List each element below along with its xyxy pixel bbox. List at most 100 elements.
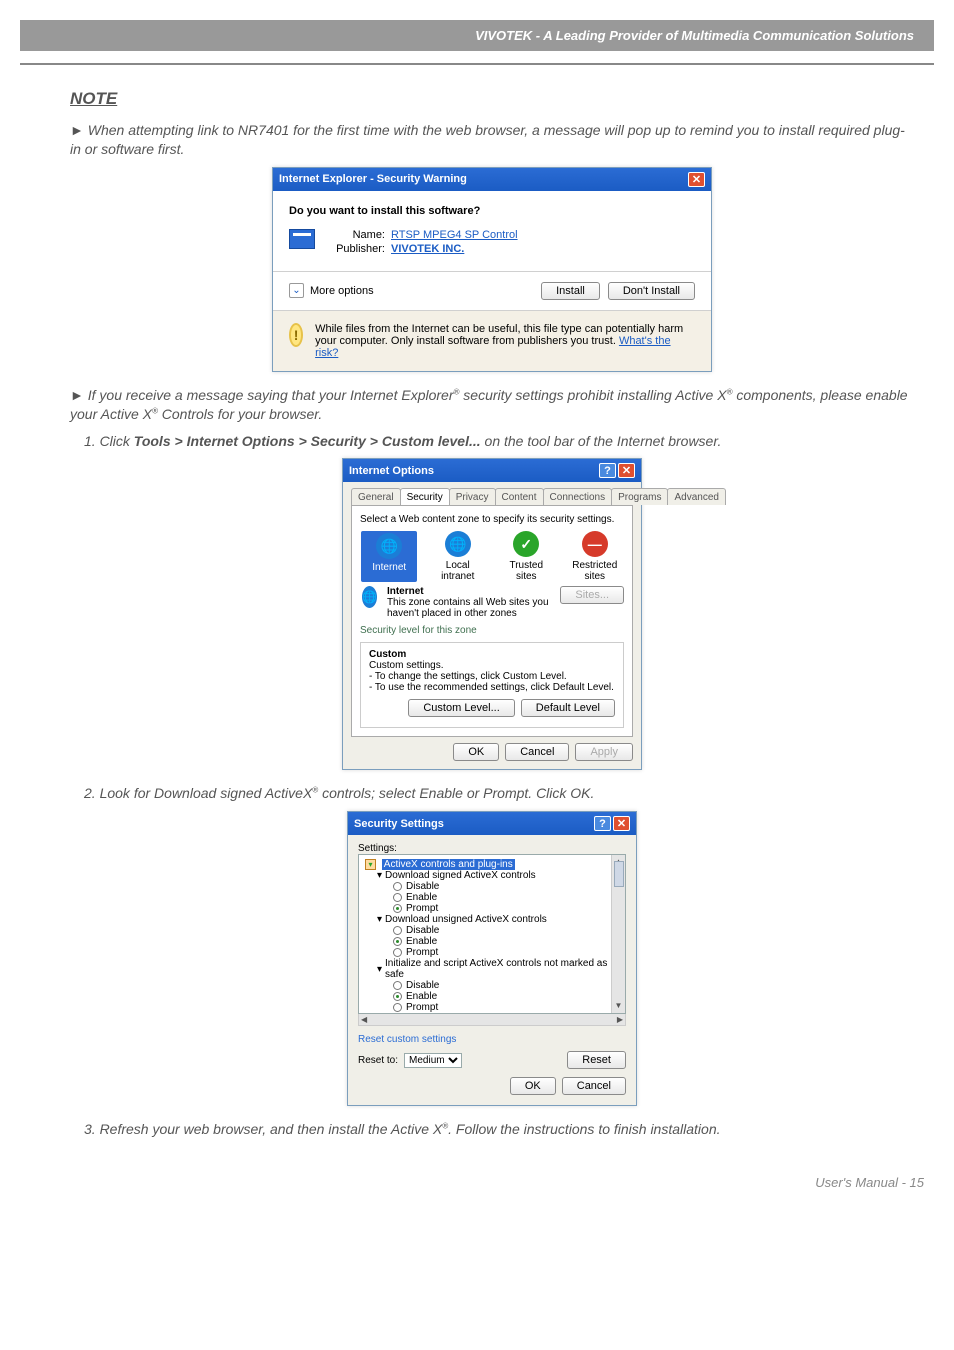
radio-prompt[interactable]: Prompt — [393, 947, 625, 958]
scroll-right-icon[interactable]: ▶ — [617, 1015, 623, 1024]
custom-heading: Custom — [369, 649, 406, 660]
group-activex[interactable]: ActiveX controls and plug-ins — [382, 859, 515, 870]
publisher-label: Publisher: — [327, 243, 385, 255]
zone-restricted-sites[interactable]: — Restricted sites — [567, 531, 623, 582]
reset-heading: Reset custom settings — [358, 1034, 626, 1045]
security-level-heading: Security level for this zone — [360, 625, 624, 636]
titlebar: Security Settings ? ✕ — [348, 812, 636, 835]
zone-trusted-sites[interactable]: ✓ Trusted sites — [498, 531, 554, 582]
name-label: Name: — [327, 229, 385, 241]
activex-icon: ▾ — [377, 914, 382, 925]
tab-general[interactable]: General — [351, 488, 401, 505]
globe-icon: 🌐 — [376, 533, 402, 559]
radio-prompt[interactable]: Prompt — [393, 1002, 625, 1013]
radio-enable[interactable]: Enable — [393, 991, 625, 1002]
scroll-thumb[interactable] — [614, 861, 624, 887]
tabs: General Security Privacy Content Connect… — [351, 488, 633, 505]
tab-content[interactable]: Content — [495, 488, 544, 505]
scroll-left-icon[interactable]: ◀ — [361, 1015, 367, 1024]
radio-enable[interactable]: Enable — [393, 892, 625, 903]
custom-line3: - To use the recommended settings, click… — [369, 682, 614, 693]
more-options-label: More options — [310, 285, 374, 297]
close-icon[interactable]: ✕ — [688, 172, 705, 187]
dont-install-button[interactable]: Don't Install — [608, 282, 695, 300]
page-footer: User's Manual - 15 — [0, 1145, 954, 1190]
activex-icon: ▾ — [365, 859, 376, 870]
tab-connections[interactable]: Connections — [543, 488, 613, 505]
titlebar: Internet Options ? ✕ — [343, 459, 641, 482]
internet-options-dialog: Internet Options ? ✕ General Security Pr… — [342, 458, 642, 770]
activex-icon: ▾ — [377, 964, 382, 975]
activex-icon: ▾ — [377, 870, 382, 881]
zone-desc: This zone contains all Web sites you hav… — [387, 597, 549, 619]
activex-bullet: ► If you receive a message saying that y… — [70, 386, 914, 424]
cancel-button[interactable]: Cancel — [505, 743, 569, 761]
sites-button[interactable]: Sites... — [560, 586, 624, 604]
settings-listbox[interactable]: ▾ ActiveX controls and plug-ins ▾ Downlo… — [358, 854, 626, 1014]
zone-instruction: Select a Web content zone to specify its… — [360, 514, 624, 525]
zone-local-intranet[interactable]: 🌐 Local intranet — [430, 531, 486, 582]
vertical-scrollbar[interactable]: ▲ ▼ — [611, 855, 625, 1013]
radio-disable[interactable]: Disable — [393, 925, 625, 936]
tab-programs[interactable]: Programs — [611, 488, 668, 505]
security-level-box: Custom Custom settings. - To change the … — [360, 642, 624, 728]
apply-button[interactable]: Apply — [575, 743, 633, 761]
content-area: NOTE ► When attempting link to NR7401 fo… — [0, 89, 954, 1139]
titlebar: Internet Explorer - Security Warning ✕ — [273, 168, 711, 191]
horizontal-rule — [20, 63, 934, 65]
reset-button[interactable]: Reset — [567, 1051, 626, 1069]
install-question: Do you want to install this software? — [289, 205, 695, 217]
reset-to-select[interactable]: Medium — [404, 1053, 462, 1068]
scroll-down-icon[interactable]: ▼ — [615, 999, 623, 1013]
dialog-title: Internet Explorer - Security Warning — [279, 173, 467, 185]
ok-button[interactable]: OK — [453, 743, 499, 761]
item-cutoff: ▾ Run ActiveX controls and plug-ins — [377, 1013, 625, 1014]
radio-disable[interactable]: Disable — [393, 881, 625, 892]
item-download-signed: Download signed ActiveX controls — [385, 870, 536, 881]
page: VIVOTEK - A Leading Provider of Multimed… — [0, 20, 954, 1220]
custom-line1: Custom settings. — [369, 660, 443, 671]
item-init-script: Initialize and script ActiveX controls n… — [385, 958, 625, 980]
software-name-link[interactable]: RTSP MPEG4 SP Control — [391, 229, 518, 241]
radio-prompt[interactable]: Prompt — [393, 903, 625, 914]
zone-name: Internet — [387, 586, 424, 597]
app-icon — [289, 229, 315, 249]
custom-line2: - To change the settings, click Custom L… — [369, 671, 567, 682]
step-1: 1. Click Tools > Internet Options > Secu… — [84, 432, 914, 451]
zone-internet[interactable]: 🌐 Internet — [361, 531, 417, 582]
help-icon[interactable]: ? — [594, 816, 611, 831]
tab-security[interactable]: Security — [400, 488, 450, 505]
security-warning-dialog: Internet Explorer - Security Warning ✕ D… — [272, 167, 712, 372]
security-settings-dialog: Security Settings ? ✕ Settings: ▾ Active… — [347, 811, 637, 1106]
dialog-title: Internet Options — [349, 465, 434, 477]
stop-icon: — — [582, 531, 608, 557]
default-level-button[interactable]: Default Level — [521, 699, 615, 717]
close-icon[interactable]: ✕ — [613, 816, 630, 831]
ok-button[interactable]: OK — [510, 1077, 556, 1095]
radio-disable[interactable]: Disable — [393, 980, 625, 991]
help-icon[interactable]: ? — [599, 463, 616, 478]
reset-to-label: Reset to: — [358, 1055, 398, 1066]
activex-icon: ▾ — [377, 1013, 382, 1014]
check-icon: ✓ — [513, 531, 539, 557]
intro-bullet: ► When attempting link to NR7401 for the… — [70, 121, 914, 159]
warning-text: While files from the Internet can be use… — [315, 323, 695, 359]
more-options-toggle[interactable]: ⌄ More options — [289, 283, 374, 298]
tab-advanced[interactable]: Advanced — [667, 488, 725, 505]
dialog-title: Security Settings — [354, 818, 444, 830]
publisher-link[interactable]: VIVOTEK INC. — [391, 243, 464, 255]
globe-icon: 🌐 — [362, 586, 377, 608]
horizontal-scrollbar[interactable]: ◀ ▶ — [358, 1014, 626, 1026]
close-icon[interactable]: ✕ — [618, 463, 635, 478]
note-heading: NOTE — [70, 89, 914, 109]
chevron-down-icon: ⌄ — [289, 283, 304, 298]
install-button[interactable]: Install — [541, 282, 600, 300]
step-2: 2. Look for Download signed ActiveX® con… — [84, 784, 914, 803]
cancel-button[interactable]: Cancel — [562, 1077, 626, 1095]
radio-enable[interactable]: Enable — [393, 936, 625, 947]
step-3: 3. Refresh your web browser, and then in… — [84, 1120, 914, 1139]
custom-level-button[interactable]: Custom Level... — [408, 699, 514, 717]
tab-privacy[interactable]: Privacy — [449, 488, 496, 505]
globe-icon: 🌐 — [445, 531, 471, 557]
warning-shield-icon: ! — [289, 323, 303, 347]
